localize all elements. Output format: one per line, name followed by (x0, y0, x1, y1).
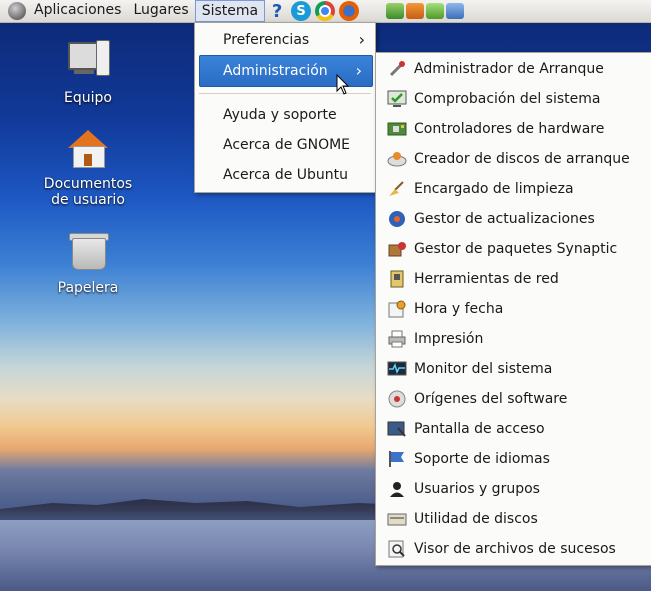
admin-item-label: Utilidad de discos (414, 511, 538, 527)
desktop-icon-label: Documentos de usuario (43, 176, 133, 208)
chevron-right-icon: › (358, 30, 365, 49)
admin-item-impresion[interactable]: Impresión (376, 324, 651, 354)
menu-aplicaciones[interactable]: Aplicaciones (28, 0, 127, 22)
help-icon[interactable]: ? (267, 1, 287, 22)
chevron-right-icon: › (355, 61, 362, 80)
desktop-icon-label: Papelera (57, 280, 119, 296)
admin-item-idiomas[interactable]: Soporte de idiomas (376, 444, 651, 474)
menu-sistema[interactable]: Sistema (194, 0, 266, 22)
chip-icon (386, 119, 408, 139)
broom-icon (386, 179, 408, 199)
menu-item-label: Administración (223, 63, 328, 79)
admin-item-usuarios[interactable]: Usuarios y grupos (376, 474, 651, 504)
firefox-icon[interactable] (339, 1, 360, 21)
admin-item-label: Usuarios y grupos (414, 481, 540, 497)
language-flag-icon (386, 449, 408, 469)
admin-item-pantalla-acceso[interactable]: Pantalla de acceso (376, 414, 651, 444)
admin-item-discos[interactable]: Utilidad de discos (376, 504, 651, 534)
admin-item-arranque[interactable]: Administrador de Arranque (376, 54, 651, 84)
admin-item-label: Encargado de limpieza (414, 181, 574, 197)
menu-item-label: Preferencias (223, 32, 310, 48)
log-viewer-icon (386, 539, 408, 559)
admin-item-controladores[interactable]: Controladores de hardware (376, 114, 651, 144)
admin-item-label: Monitor del sistema (414, 361, 553, 377)
disk-utility-icon (386, 509, 408, 529)
admin-item-label: Soporte de idiomas (414, 451, 550, 467)
tray-app-icon[interactable] (386, 3, 405, 19)
admin-item-label: Creador de discos de arranque (414, 151, 630, 167)
admin-item-limpieza[interactable]: Encargado de limpieza (376, 174, 651, 204)
admin-item-creador-discos[interactable]: Creador de discos de arranque (376, 144, 651, 174)
printer-icon (386, 329, 408, 349)
monitor-check-icon (386, 89, 408, 109)
mouse-cursor-icon (336, 74, 350, 95)
login-screen-icon (386, 419, 408, 439)
ubuntu-logo-icon[interactable] (8, 2, 26, 20)
menu-item-label: Ayuda y soporte (223, 107, 337, 123)
admin-item-label: Impresión (414, 331, 484, 347)
admin-item-red[interactable]: Herramientas de red (376, 264, 651, 294)
chrome-icon[interactable] (315, 1, 336, 21)
desktop-icon-papelera[interactable]: Papelera (33, 228, 143, 296)
admin-item-label: Pantalla de acceso (414, 421, 545, 437)
admin-item-label: Gestor de actualizaciones (414, 211, 595, 227)
admin-item-comprobacion[interactable]: Comprobación del sistema (376, 84, 651, 114)
package-icon (386, 239, 408, 259)
disc-icon (386, 149, 408, 169)
admin-item-label: Herramientas de red (414, 271, 559, 287)
clock-icon (386, 299, 408, 319)
admin-item-actualizaciones[interactable]: Gestor de actualizaciones (376, 204, 651, 234)
network-icon (386, 269, 408, 289)
desktop-icon-label: Equipo (64, 90, 112, 106)
admin-item-sucesos[interactable]: Visor de archivos de sucesos (376, 534, 651, 564)
desktop-icon-documentos[interactable]: Documentos de usuario (33, 124, 143, 208)
menu-item-label: Acerca de Ubuntu (223, 167, 349, 183)
computer-icon (64, 38, 112, 86)
admin-item-label: Controladores de hardware (414, 121, 605, 137)
menu-item-acerca-ubuntu[interactable]: Acerca de Ubuntu (195, 160, 375, 190)
sistema-menu: Preferencias › Administración › Ayuda y … (194, 22, 376, 193)
menu-item-preferencias[interactable]: Preferencias › (195, 25, 375, 55)
admin-item-hora[interactable]: Hora y fecha (376, 294, 651, 324)
update-icon (386, 209, 408, 229)
menu-item-label: Acerca de GNOME (223, 137, 351, 153)
menu-lugares[interactable]: Lugares (127, 0, 194, 22)
desktop-icon-equipo[interactable]: Equipo (33, 38, 143, 106)
admin-item-label: Administrador de Arranque (414, 61, 604, 77)
menu-item-acerca-gnome[interactable]: Acerca de GNOME (195, 130, 375, 160)
home-folder-icon (64, 124, 112, 172)
menu-item-ayuda[interactable]: Ayuda y soporte (195, 100, 375, 130)
software-sources-icon (386, 389, 408, 409)
admin-item-label: Comprobación del sistema (414, 91, 601, 107)
administracion-submenu: Administrador de Arranque Comprobación d… (375, 52, 651, 566)
admin-item-synaptic[interactable]: Gestor de paquetes Synaptic (376, 234, 651, 264)
wrench-icon (386, 59, 408, 79)
users-icon (386, 479, 408, 499)
top-panel: Aplicaciones Lugares Sistema ? S (0, 0, 651, 23)
skype-icon[interactable]: S (291, 1, 312, 21)
trash-icon (64, 228, 112, 276)
admin-item-label: Hora y fecha (414, 301, 504, 317)
admin-item-label: Gestor de paquetes Synaptic (414, 241, 618, 257)
tray-presentation-icon[interactable] (446, 3, 465, 19)
admin-item-monitor[interactable]: Monitor del sistema (376, 354, 651, 384)
admin-item-origenes[interactable]: Orígenes del software (376, 384, 651, 414)
system-monitor-icon (386, 359, 408, 379)
tray-office-icon[interactable] (406, 3, 425, 19)
admin-item-label: Visor de archivos de sucesos (414, 541, 616, 557)
admin-item-label: Orígenes del software (414, 391, 568, 407)
tray-spreadsheet-icon[interactable] (426, 3, 445, 19)
